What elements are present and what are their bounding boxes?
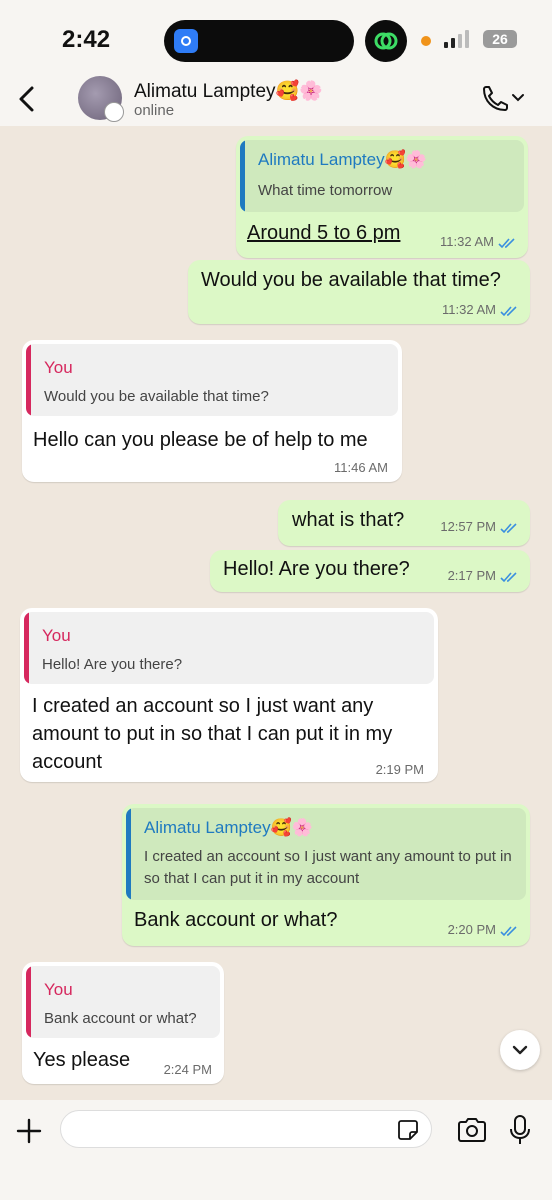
quoted-message[interactable]: You Would you be available that time? [26, 344, 398, 416]
time-label: 12:57 PM [440, 519, 496, 534]
message-time: 11:32 AM [440, 234, 518, 249]
message-bubble[interactable]: Alimatu Lamptey🥰🌸 What time tomorrow Aro… [236, 136, 528, 258]
mic-icon[interactable] [508, 1114, 532, 1146]
contact-name[interactable]: Alimatu Lamptey🥰🌸 [134, 79, 323, 103]
time-label: 11:46 AM [334, 460, 388, 475]
message-time: 2:19 PM [376, 762, 424, 777]
quote-text: I created an account so I just want any … [144, 848, 512, 887]
read-ticks-icon [500, 305, 517, 316]
quote-author: You [44, 980, 73, 999]
battery-icon: 26 [483, 30, 517, 48]
status-ring-icon [104, 102, 124, 122]
camera-icon[interactable] [456, 1116, 488, 1144]
quote-text: Would you be available that time? [44, 388, 269, 405]
time-label: 2:19 PM [375, 762, 424, 777]
message-time: 11:46 AM [334, 460, 388, 475]
composer-bar [0, 1100, 552, 1200]
time-label: 2:20 PM [447, 922, 496, 937]
quote-bar [26, 344, 31, 416]
quote-bar [26, 966, 31, 1038]
chat-area[interactable]: Alimatu Lamptey🥰🌸 What time tomorrow Aro… [0, 126, 552, 1100]
read-ticks-icon [500, 522, 517, 533]
quote-author: Alimatu Lamptey🥰🌸 [258, 150, 427, 169]
status-bar: 2:42 26 [0, 0, 552, 76]
read-ticks-icon [500, 925, 517, 936]
message-bubble[interactable]: You Bank account or what? Yes please 2:2… [22, 962, 224, 1084]
quote-text: Bank account or what? [44, 1010, 197, 1027]
plus-icon[interactable] [14, 1116, 44, 1146]
time-label: 11:32 AM [440, 234, 494, 249]
quote-bar [24, 612, 29, 684]
status-time: 2:42 [62, 26, 111, 53]
message-bubble[interactable]: You Hello! Are you there? I created an a… [20, 608, 438, 782]
safari-icon [174, 29, 198, 53]
message-text: Hello! Are you there? [223, 558, 410, 580]
message-time: 2:24 PM [164, 1062, 212, 1077]
message-text: Yes please [33, 1049, 131, 1071]
message-text: what is that? [292, 509, 405, 531]
message-text: Bank account or what? [134, 909, 338, 931]
link-app-icon [365, 20, 407, 62]
message-time: 2:20 PM [448, 922, 520, 937]
message-time: 2:17 PM [448, 568, 520, 583]
message-bubble[interactable]: Alimatu Lamptey🥰🌸 I created an account s… [122, 804, 530, 946]
message-bubble[interactable]: Hello! Are you there? 2:17 PM [210, 550, 530, 592]
message-time: 12:57 PM [440, 519, 520, 534]
scroll-down-button[interactable] [500, 1030, 540, 1070]
quoted-message[interactable]: You Hello! Are you there? [24, 612, 434, 684]
chevron-down-icon [512, 1045, 528, 1055]
quote-author: Alimatu Lamptey🥰🌸 [144, 818, 313, 837]
message-text: Would you be available that time? [201, 269, 501, 291]
time-label: 2:17 PM [447, 568, 496, 583]
time-label: 2:24 PM [163, 1062, 212, 1077]
read-ticks-icon [498, 237, 515, 248]
message-time: 11:32 AM [442, 302, 520, 317]
quote-bar [240, 140, 245, 212]
sticker-icon[interactable] [396, 1118, 420, 1142]
time-label: 11:32 AM [442, 302, 496, 317]
quote-text: Hello! Are you there? [42, 656, 183, 673]
quote-author: You [42, 626, 71, 645]
quoted-message[interactable]: Alimatu Lamptey🥰🌸 I created an account s… [126, 808, 526, 900]
quote-text: What time tomorrow [258, 182, 393, 199]
quote-author: You [44, 358, 73, 377]
message-bubble[interactable]: what is that? 12:57 PM [278, 500, 530, 546]
recording-indicator [421, 36, 431, 46]
quote-bar [126, 808, 131, 900]
call-icon[interactable] [478, 84, 526, 114]
message-text: Around 5 to 6 pm [247, 222, 401, 244]
dynamic-island [164, 20, 354, 62]
quoted-message[interactable]: You Bank account or what? [26, 966, 220, 1038]
message-bubble[interactable]: You Would you be available that time? He… [22, 340, 402, 482]
message-bubble[interactable]: Would you be available that time? 11:32 … [188, 260, 530, 324]
back-icon[interactable] [14, 84, 40, 114]
contact-status: online [134, 102, 175, 119]
message-text: Hello can you please be of help to me [33, 429, 368, 451]
message-input[interactable] [60, 1110, 432, 1148]
chat-header: Alimatu Lamptey🥰🌸 online [0, 76, 552, 126]
read-ticks-icon [500, 571, 517, 582]
message-text: I created an account so I just want any … [32, 695, 393, 773]
signal-icon [444, 30, 469, 48]
quoted-message[interactable]: Alimatu Lamptey🥰🌸 What time tomorrow [240, 140, 524, 212]
